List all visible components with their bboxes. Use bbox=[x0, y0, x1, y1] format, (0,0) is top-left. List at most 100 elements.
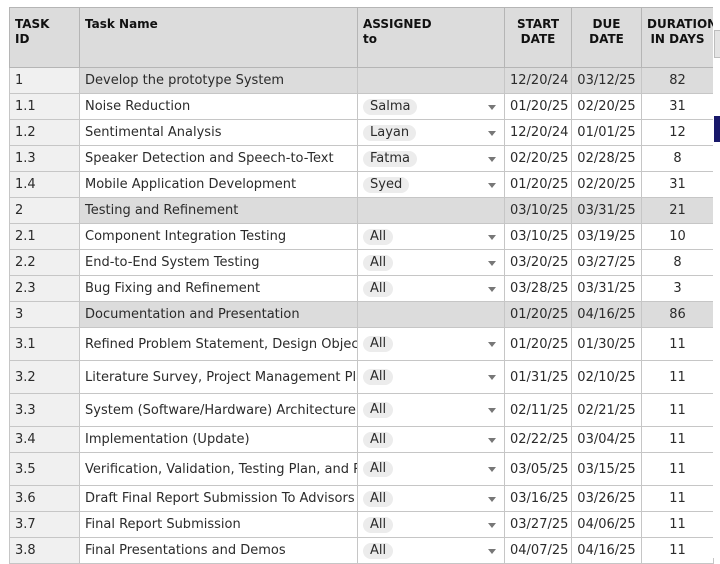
task-id-cell[interactable]: 1.2 bbox=[9, 119, 80, 146]
chevron-down-icon[interactable] bbox=[488, 548, 496, 554]
start-date-cell[interactable]: 03/10/25 bbox=[504, 223, 572, 250]
assigned-cell[interactable]: All bbox=[357, 223, 505, 250]
chevron-down-icon[interactable] bbox=[488, 234, 496, 240]
start-date-cell[interactable]: 03/20/25 bbox=[504, 249, 572, 276]
chevron-down-icon[interactable] bbox=[488, 156, 496, 162]
column-header-start-date[interactable]: START DATE bbox=[504, 7, 572, 68]
task-id-cell[interactable]: 1.4 bbox=[9, 171, 80, 198]
task-name-cell[interactable]: System (Software/Hardware) Architecture … bbox=[79, 393, 358, 427]
table-row-group[interactable]: 2 Testing and Refinement 03/10/25 03/31/25 2… bbox=[9, 197, 714, 224]
due-date-cell[interactable]: 03/19/25 bbox=[571, 223, 642, 250]
table-row[interactable]: 3.8 Final Presentations and Demos All 04/07… bbox=[9, 537, 714, 564]
chevron-down-icon[interactable] bbox=[488, 260, 496, 266]
due-date-cell[interactable]: 03/27/25 bbox=[571, 249, 642, 276]
start-date-cell[interactable]: 03/16/25 bbox=[504, 485, 572, 512]
task-id-cell[interactable]: 3.7 bbox=[9, 511, 80, 538]
scrollbar-handle[interactable] bbox=[714, 30, 720, 58]
task-id-cell[interactable]: 3.6 bbox=[9, 485, 80, 512]
due-date-cell[interactable]: 02/21/25 bbox=[571, 393, 642, 427]
table-row[interactable]: 3.6 Draft Final Report Submission To Advi… bbox=[9, 485, 714, 512]
task-id-cell[interactable]: 2.2 bbox=[9, 249, 80, 276]
column-header-duration[interactable]: DURATION IN DAYS bbox=[641, 7, 714, 68]
duration-cell[interactable]: 11 bbox=[641, 452, 714, 486]
start-date-cell[interactable]: 01/31/25 bbox=[504, 360, 572, 394]
table-row-group[interactable]: 1 Develop the prototype System 12/20/24 03/… bbox=[9, 67, 714, 94]
assigned-cell[interactable]: All bbox=[357, 485, 505, 512]
start-date-cell[interactable]: 12/20/24 bbox=[504, 119, 572, 146]
assigned-cell[interactable]: Salma bbox=[357, 93, 505, 120]
task-name-cell[interactable]: Final Report Submission bbox=[79, 511, 358, 538]
chevron-down-icon[interactable] bbox=[488, 496, 496, 502]
table-row[interactable]: 3.5 Verification, Validation, Testing Pla… bbox=[9, 452, 714, 486]
duration-cell[interactable]: 11 bbox=[641, 360, 714, 394]
due-date-cell[interactable]: 04/16/25 bbox=[571, 537, 642, 564]
due-date-cell[interactable]: 02/10/25 bbox=[571, 360, 642, 394]
task-name-cell[interactable]: Testing and Refinement bbox=[79, 197, 358, 224]
table-row[interactable]: 1.1 Noise Reduction Salma 01/20/25 02/20/25 3… bbox=[9, 93, 714, 120]
assigned-cell[interactable] bbox=[357, 67, 505, 94]
duration-cell[interactable]: 31 bbox=[641, 93, 714, 120]
start-date-cell[interactable]: 04/07/25 bbox=[504, 537, 572, 564]
due-date-cell[interactable]: 02/20/25 bbox=[571, 171, 642, 198]
due-date-cell[interactable]: 03/12/25 bbox=[571, 67, 642, 94]
due-date-cell[interactable]: 03/15/25 bbox=[571, 452, 642, 486]
assigned-cell[interactable]: All bbox=[357, 393, 505, 427]
table-row[interactable]: 3.4 Implementation (Update) All 02/22/25 03/… bbox=[9, 426, 714, 453]
duration-cell[interactable]: 31 bbox=[641, 171, 714, 198]
column-header-due-date[interactable]: DUE DATE bbox=[571, 7, 642, 68]
due-date-cell[interactable]: 03/31/25 bbox=[571, 275, 642, 302]
due-date-cell[interactable]: 03/31/25 bbox=[571, 197, 642, 224]
task-name-cell[interactable]: Bug Fixing and Refinement bbox=[79, 275, 358, 302]
duration-cell[interactable]: 11 bbox=[641, 393, 714, 427]
table-row[interactable]: 2.3 Bug Fixing and Refinement All 03/28/25 0… bbox=[9, 275, 714, 302]
chevron-down-icon[interactable] bbox=[488, 286, 496, 292]
assigned-cell[interactable]: All bbox=[357, 360, 505, 394]
due-date-cell[interactable]: 03/26/25 bbox=[571, 485, 642, 512]
start-date-cell[interactable]: 03/28/25 bbox=[504, 275, 572, 302]
task-id-cell[interactable]: 3.2 bbox=[9, 360, 80, 394]
task-id-cell[interactable]: 2.1 bbox=[9, 223, 80, 250]
assigned-cell[interactable]: Layan bbox=[357, 119, 505, 146]
task-name-cell[interactable]: Refined Problem Statement, Design Object… bbox=[79, 327, 358, 361]
duration-cell[interactable]: 86 bbox=[641, 301, 714, 328]
task-name-cell[interactable]: Draft Final Report Submission To Advisor… bbox=[79, 485, 358, 512]
table-row[interactable]: 1.4 Mobile Application Development Syed 01/… bbox=[9, 171, 714, 198]
task-name-cell[interactable]: Verification, Validation, Testing Plan, … bbox=[79, 452, 358, 486]
task-id-cell[interactable]: 3.8 bbox=[9, 537, 80, 564]
assigned-cell[interactable]: All bbox=[357, 537, 505, 564]
task-name-cell[interactable]: Documentation and Presentation bbox=[79, 301, 358, 328]
chevron-down-icon[interactable] bbox=[488, 342, 496, 347]
duration-cell[interactable]: 12 bbox=[641, 119, 714, 146]
duration-cell[interactable]: 21 bbox=[641, 197, 714, 224]
table-row[interactable]: 2.1 Component Integration Testing All 03/10… bbox=[9, 223, 714, 250]
start-date-cell[interactable]: 01/20/25 bbox=[504, 327, 572, 361]
duration-cell[interactable]: 82 bbox=[641, 67, 714, 94]
start-date-cell[interactable]: 12/20/24 bbox=[504, 67, 572, 94]
start-date-cell[interactable]: 02/22/25 bbox=[504, 426, 572, 453]
table-row[interactable]: 2.2 End-to-End System Testing All 03/20/25 0… bbox=[9, 249, 714, 276]
chevron-down-icon[interactable] bbox=[488, 467, 496, 472]
table-row[interactable]: 1.3 Speaker Detection and Speech-to-Text F… bbox=[9, 145, 714, 172]
table-row[interactable]: 3.3 System (Software/Hardware) Architectu… bbox=[9, 393, 714, 427]
task-name-cell[interactable]: Noise Reduction bbox=[79, 93, 358, 120]
task-id-cell[interactable]: 1.3 bbox=[9, 145, 80, 172]
task-id-cell[interactable]: 3.1 bbox=[9, 327, 80, 361]
task-id-cell[interactable]: 3.5 bbox=[9, 452, 80, 486]
due-date-cell[interactable]: 01/01/25 bbox=[571, 119, 642, 146]
duration-cell[interactable]: 11 bbox=[641, 511, 714, 538]
duration-cell[interactable]: 11 bbox=[641, 327, 714, 361]
table-row[interactable]: 3.1 Refined Problem Statement, Design Obj… bbox=[9, 327, 714, 361]
task-id-cell[interactable]: 3.3 bbox=[9, 393, 80, 427]
duration-cell[interactable]: 11 bbox=[641, 426, 714, 453]
duration-cell[interactable]: 3 bbox=[641, 275, 714, 302]
assigned-cell[interactable] bbox=[357, 301, 505, 328]
due-date-cell[interactable]: 04/06/25 bbox=[571, 511, 642, 538]
task-id-cell[interactable]: 2 bbox=[9, 197, 80, 224]
column-header-assigned[interactable]: ASSIGNED to bbox=[357, 7, 505, 68]
task-id-cell[interactable]: 2.3 bbox=[9, 275, 80, 302]
column-header-task-name[interactable]: Task Name bbox=[79, 7, 358, 68]
due-date-cell[interactable]: 02/28/25 bbox=[571, 145, 642, 172]
task-name-cell[interactable]: End-to-End System Testing bbox=[79, 249, 358, 276]
duration-cell[interactable]: 8 bbox=[641, 249, 714, 276]
start-date-cell[interactable]: 03/27/25 bbox=[504, 511, 572, 538]
